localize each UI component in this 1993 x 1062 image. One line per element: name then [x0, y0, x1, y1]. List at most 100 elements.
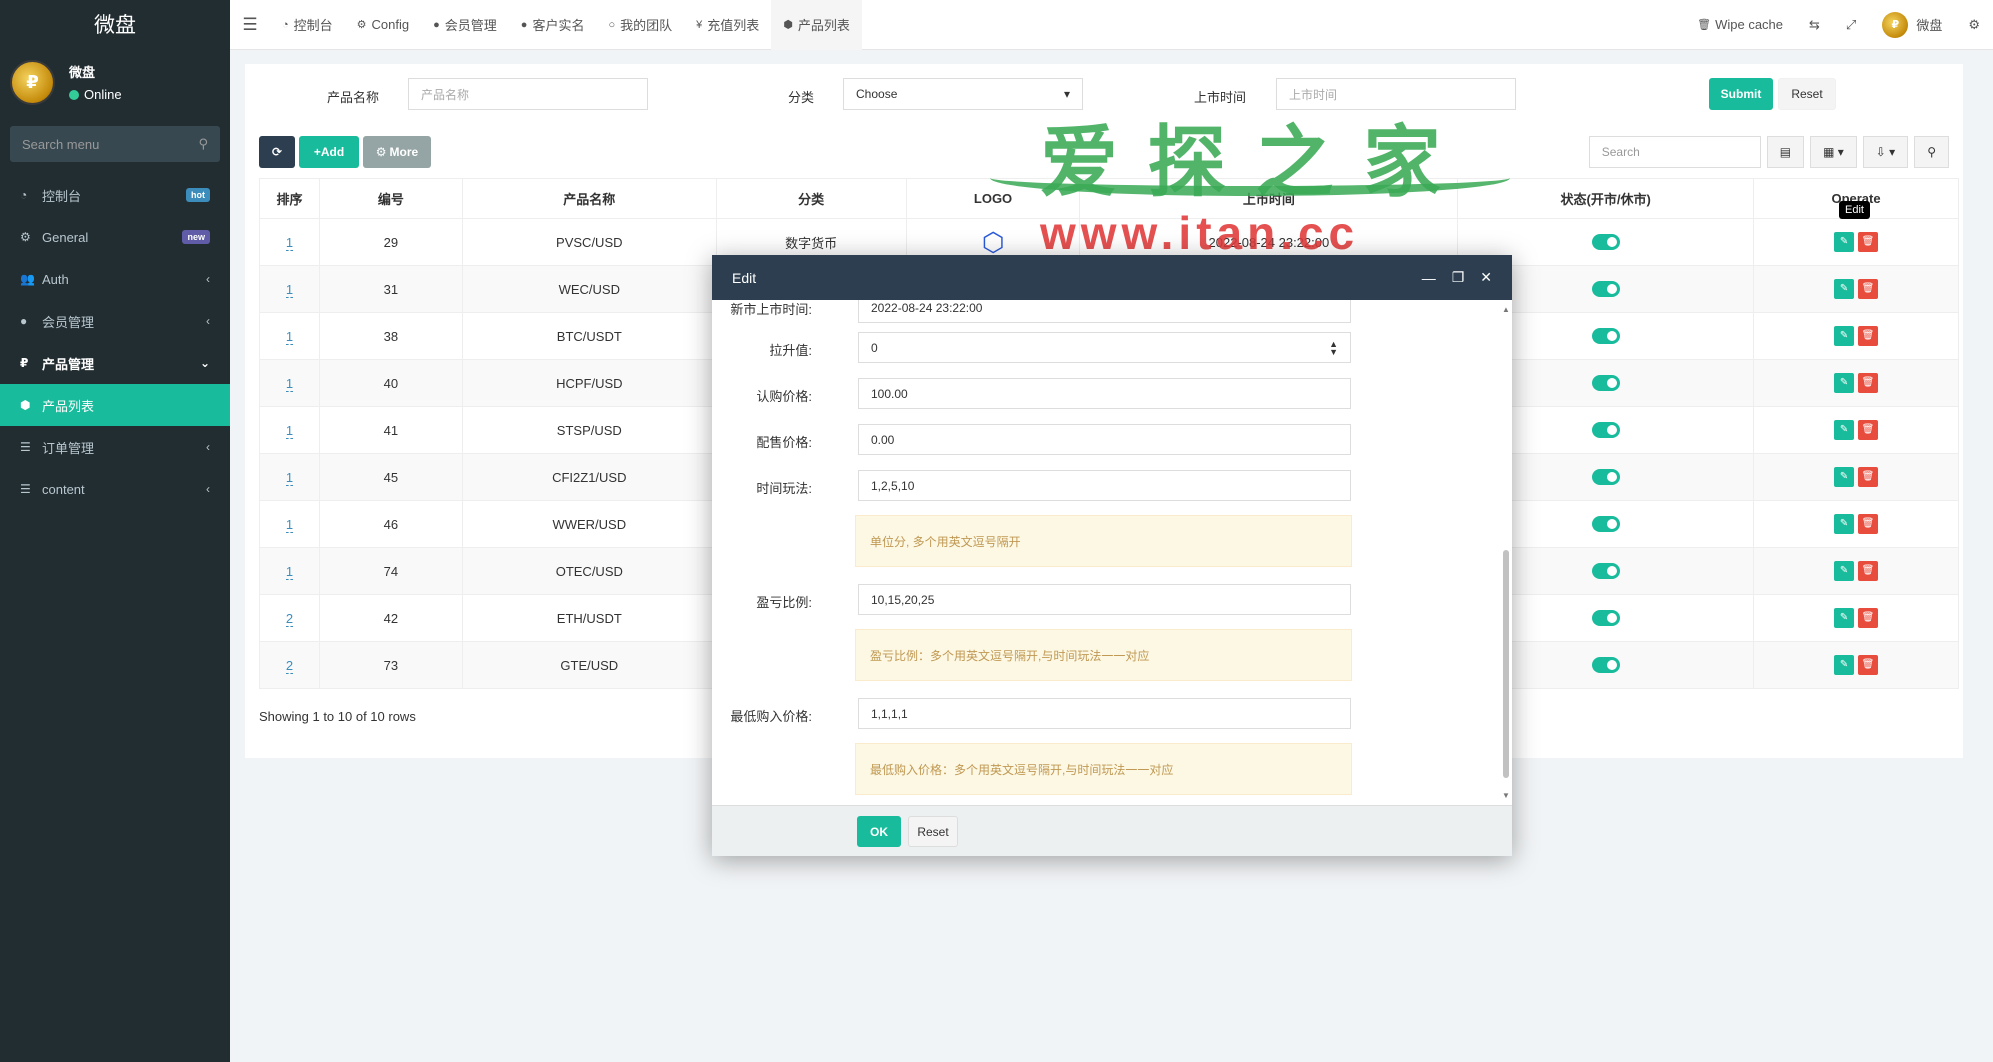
scroll-up-icon[interactable]: ▲ [1502, 305, 1510, 314]
pump-number-input[interactable]: 0 ▲ ▼ [858, 332, 1351, 363]
more-button[interactable]: ⚙ More [363, 136, 431, 168]
edit-button[interactable]: ✎ [1834, 279, 1855, 299]
brand-logo[interactable]: 微盘 [0, 0, 230, 48]
sidebar-item-orders[interactable]: ☰ 订单管理 ‹ [0, 426, 230, 468]
profit-ratio-input[interactable]: 10,15,20,25 [858, 584, 1351, 615]
delete-button[interactable]: 🗑 [1858, 608, 1879, 628]
tab-customer-realname[interactable]: ● 客户实名 [509, 0, 597, 50]
wipe-cache-button[interactable]: 🗑 Wipe cache [1684, 17, 1796, 32]
status-toggle[interactable] [1591, 328, 1620, 345]
table-toolbar-right: Search ▤ ▦ ▾ ⇩ ▾ ⚲ [1588, 136, 1949, 168]
edit-button[interactable]: ✎ [1834, 561, 1855, 581]
sidebar-item-product-management[interactable]: ₽ 产品管理 ⌄ [0, 342, 230, 384]
scroll-down-icon[interactable]: ▼ [1502, 791, 1510, 800]
edit-button[interactable]: ✎ [1834, 420, 1855, 440]
placement-price-input[interactable]: 0.00 [858, 424, 1351, 455]
delete-button[interactable]: 🗑 [1858, 279, 1879, 299]
sort-value[interactable]: 1 [285, 422, 294, 439]
delete-button[interactable]: 🗑 [1858, 655, 1879, 675]
tab-my-team[interactable]: ○ 我的团队 [596, 0, 684, 50]
edit-button[interactable]: ✎ [1834, 514, 1855, 534]
sort-value[interactable]: 1 [285, 328, 294, 345]
filter-name-input[interactable]: 产品名称 [408, 78, 648, 110]
status-toggle[interactable] [1591, 422, 1620, 439]
sidebar-item-label: content [42, 481, 85, 497]
column-header-id[interactable]: 编号 [318, 178, 463, 219]
edit-button[interactable]: ✎ [1834, 608, 1855, 628]
sidebar-item-dashboard[interactable]: ◔ 控制台 hot [0, 174, 230, 216]
sidebar-item-auth[interactable]: 👥 Auth ‹ [0, 258, 230, 300]
delete-button[interactable]: 🗑 [1858, 467, 1879, 487]
table-search-input[interactable]: Search [1588, 136, 1761, 168]
column-header-sort[interactable]: 排序 [259, 178, 320, 219]
min-price-input[interactable]: 1,1,1,1 [858, 698, 1351, 729]
edit-button[interactable]: ✎ [1834, 467, 1855, 487]
toggle-view-button[interactable]: ▤ [1766, 136, 1805, 168]
listing-time-input[interactable]: 2022-08-24 23:22:00 [858, 300, 1351, 323]
sidebar-search[interactable]: Search menu ⚲ [10, 126, 220, 162]
tab-config[interactable]: ⚙ Config [345, 0, 421, 50]
sidebar-item-product-list[interactable]: ⬢ 产品列表 [0, 384, 230, 426]
status-toggle[interactable] [1591, 610, 1620, 627]
ok-button[interactable]: OK [857, 816, 901, 847]
cogs-icon[interactable]: ⚙ [1955, 17, 1993, 33]
status-toggle[interactable] [1591, 563, 1620, 580]
time-play-input[interactable]: 1,2,5,10 [858, 470, 1351, 501]
tab-label: 会员管理 [444, 18, 497, 33]
sort-value[interactable]: 1 [285, 234, 294, 251]
delete-button[interactable]: 🗑 [1858, 326, 1879, 346]
sort-value[interactable]: 1 [285, 375, 294, 392]
user-icon: ● [520, 18, 528, 31]
submit-button[interactable]: Submit [1709, 78, 1773, 110]
tab-members[interactable]: ● 会员管理 [421, 0, 509, 50]
modal-scrollbar[interactable]: ▲ ▼ [1502, 305, 1510, 800]
sort-value[interactable]: 1 [285, 516, 294, 533]
sort-value[interactable]: 1 [285, 563, 294, 580]
delete-button[interactable]: 🗑 [1858, 514, 1879, 534]
sort-value[interactable]: 1 [285, 281, 294, 298]
edit-button[interactable]: ✎ [1834, 326, 1855, 346]
sort-value[interactable]: 2 [285, 657, 294, 674]
language-icon[interactable]: ⇆ [1796, 17, 1833, 33]
close-icon[interactable]: ✕ [1480, 269, 1492, 286]
sidebar-item-members[interactable]: ● 会员管理 ‹ [0, 300, 230, 342]
subscribe-price-input[interactable]: 100.00 [858, 378, 1351, 409]
status-toggle[interactable] [1591, 469, 1620, 486]
sort-value[interactable]: 2 [285, 610, 294, 627]
status-toggle[interactable] [1591, 516, 1620, 533]
sort-value[interactable]: 1 [285, 469, 294, 486]
status-toggle[interactable] [1591, 375, 1620, 392]
spinner-icon[interactable]: ▲ ▼ [1329, 339, 1338, 356]
column-header-name[interactable]: 产品名称 [461, 178, 717, 219]
column-header-category[interactable]: 分类 [715, 178, 907, 219]
columns-button[interactable]: ▦ ▾ [1810, 136, 1857, 168]
edit-button[interactable]: ✎ [1834, 232, 1855, 252]
user-menu[interactable]: ₽ 微盘 [1869, 11, 1955, 38]
tab-recharge-list[interactable]: ¥ 充值列表 [684, 0, 771, 50]
tab-product-list[interactable]: ⬢ 产品列表 [771, 0, 862, 50]
export-button[interactable]: ⇩ ▾ [1862, 136, 1909, 168]
delete-button[interactable]: 🗑 [1858, 232, 1879, 252]
maximize-icon[interactable]: ❐ [1452, 269, 1465, 286]
fullscreen-icon[interactable]: ⤢ [1833, 17, 1869, 33]
edit-button[interactable]: ✎ [1834, 655, 1855, 675]
search-button[interactable]: ⚲ [1914, 136, 1949, 168]
modal-reset-button[interactable]: Reset [908, 816, 958, 847]
delete-button[interactable]: 🗑 [1858, 561, 1879, 581]
add-button[interactable]: + Add [299, 136, 359, 168]
delete-button[interactable]: 🗑 [1858, 373, 1879, 393]
tab-dashboard[interactable]: ◔ 控制台 [270, 0, 345, 50]
watermark-title: 爱 探 之 家 [1040, 118, 1446, 206]
status-toggle[interactable] [1591, 657, 1620, 674]
minimize-icon[interactable]: — [1422, 270, 1436, 286]
delete-button[interactable]: 🗑 [1858, 420, 1879, 440]
status-toggle[interactable] [1591, 281, 1620, 298]
refresh-button[interactable]: ⟳ [259, 136, 295, 168]
reset-button[interactable]: Reset [1778, 78, 1836, 110]
status-toggle[interactable] [1591, 234, 1620, 251]
scrollbar-thumb[interactable] [1503, 550, 1509, 778]
edit-button[interactable]: ✎ [1834, 373, 1855, 393]
hamburger-icon[interactable]: ☰ [230, 15, 270, 35]
sidebar-item-general[interactable]: ⚙ General new [0, 216, 230, 258]
sidebar-item-content[interactable]: ☰ content ‹ [0, 468, 230, 510]
